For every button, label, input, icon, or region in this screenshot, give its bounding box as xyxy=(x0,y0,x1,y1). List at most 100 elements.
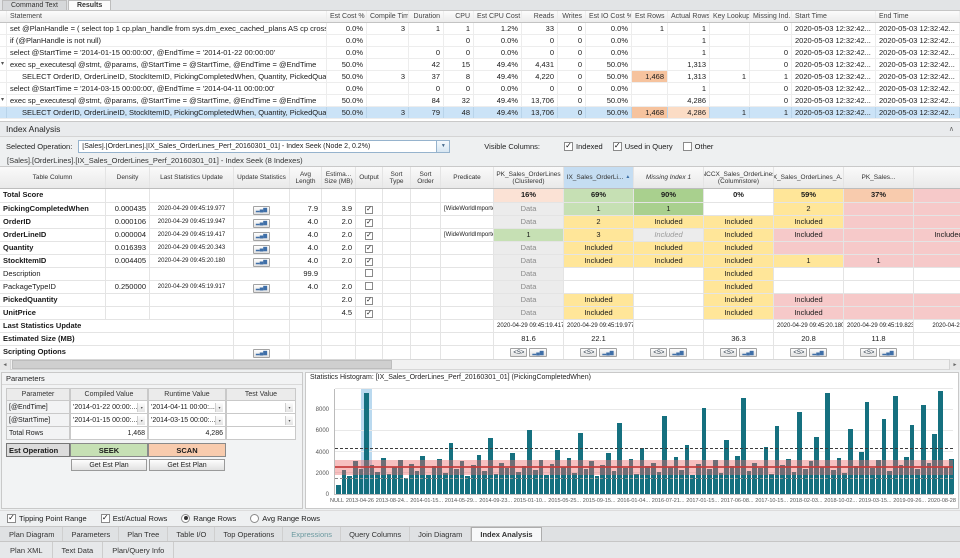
tab-index-analysis[interactable]: Index Analysis xyxy=(471,527,542,541)
col-header-last-statistics-update[interactable]: Last Statistics Update xyxy=(150,167,234,188)
col-header-update-statistics[interactable]: Update Statistics xyxy=(234,167,290,188)
statement-row[interactable]: set @PlanHandle = ( select top 1 cp.plan… xyxy=(0,23,960,35)
histogram-bar[interactable] xyxy=(572,473,577,494)
col-header-missing-ind[interactable]: Missing Ind... xyxy=(750,11,792,22)
update-statistics-button[interactable]: ▂▄▆ xyxy=(252,283,271,293)
col-header-output[interactable]: Output xyxy=(356,167,383,188)
script-index-button[interactable]: <S> xyxy=(860,348,878,357)
script-index-button[interactable]: <S> xyxy=(790,348,808,357)
checkbox-tipping-point-range[interactable]: ✓ xyxy=(7,513,16,523)
visible-col-option-other[interactable]: Other xyxy=(682,141,713,151)
cell-dropdown-icon[interactable]: ▾ xyxy=(285,402,293,412)
cell-dropdown-icon[interactable]: ▾ xyxy=(137,415,145,425)
statement-row[interactable]: SELECT OrderID, OrderLineID, StockItemID… xyxy=(0,107,960,119)
output-checkbox[interactable]: ✓ xyxy=(365,206,373,214)
update-statistics-button[interactable]: ▂▄▆ xyxy=(252,218,271,228)
index-table-row[interactable]: UnitPrice 4.5 ✓ Data Included Included Include… xyxy=(0,307,960,320)
update-statistics-button[interactable]: ▂▄▆ xyxy=(252,231,271,241)
param-col-header-runtime-value[interactable]: Runtime Value xyxy=(148,388,226,401)
tab-results[interactable]: Results xyxy=(67,0,112,10)
visible-col-option-used-in-query[interactable]: ✓ Used in Query xyxy=(612,141,673,151)
tab-parameters[interactable]: Parameters xyxy=(63,527,120,541)
col-header-sort-order[interactable]: Sort Order xyxy=(411,167,441,188)
update-statistics-button[interactable]: ▂▄▆ xyxy=(252,244,271,254)
script-index-button[interactable]: <S> xyxy=(510,348,528,357)
index-table-row[interactable]: PickedQuantity 2.0 ✓ Data Included Included In… xyxy=(0,294,960,307)
statement-row[interactable]: SELECT OrderID, OrderLineID, StockItemID… xyxy=(0,71,960,83)
histogram-bar[interactable] xyxy=(741,398,746,494)
histogram-bar[interactable] xyxy=(881,419,887,494)
checkbox-used-in-query[interactable]: ✓ xyxy=(612,141,622,151)
script-index-button[interactable]: <S> xyxy=(650,348,668,357)
histogram-bar[interactable] xyxy=(842,473,847,494)
col-header-est-io-cost[interactable]: Est IO Cost % xyxy=(586,11,632,22)
histogram-bar[interactable] xyxy=(701,407,707,494)
index-col-header-6[interactable]: PK_Sales... xyxy=(844,167,914,188)
histogram-bar[interactable] xyxy=(347,476,352,494)
histogram-bar[interactable] xyxy=(375,471,380,494)
output-checkbox[interactable]: ✓ xyxy=(365,245,373,253)
index-col-header-7[interactable] xyxy=(914,167,960,188)
checkbox-est-actual-rows[interactable]: ✓ xyxy=(100,513,110,523)
visible-col-option-indexed[interactable]: ✓ Indexed xyxy=(564,141,603,151)
tab-text-data[interactable]: Text Data xyxy=(53,542,104,558)
update-statistics-button[interactable]: ▂▄▆ xyxy=(252,257,271,267)
col-header-table-column[interactable]: Table Column xyxy=(0,167,106,188)
parameter-row[interactable]: [@EndTime] '2014-01-22 00:00:... ▾ '2014-04… xyxy=(6,401,298,414)
hist-option-est-actual-rows[interactable]: ✓ Est/Actual Rows xyxy=(100,513,167,523)
output-checkbox[interactable]: ✓ xyxy=(365,310,373,318)
histogram-bar[interactable] xyxy=(364,393,369,494)
tab-table-i-o[interactable]: Table I/O xyxy=(168,527,216,541)
stats-chart-button[interactable]: ▂▄▆ xyxy=(529,348,547,357)
radio-avg-range-rows[interactable] xyxy=(250,513,260,523)
stats-chart-button[interactable]: ▂▄▆ xyxy=(809,348,827,357)
hist-option-avg-range-rows[interactable]: Avg Range Rows xyxy=(250,513,320,523)
index-table-row[interactable]: OrderLineID 0.000004 2020-04-29 09:45:19.4… xyxy=(0,229,960,242)
parameter-value-cell[interactable]: ▾ xyxy=(226,414,296,427)
output-checkbox[interactable]: ✓ xyxy=(365,232,373,240)
stats-chart-button[interactable]: ▂▄▆ xyxy=(739,348,757,357)
statement-row[interactable]: select @StartTime = '2014-03-15 00:00:00… xyxy=(0,83,960,95)
chevron-down-icon[interactable]: ▼ xyxy=(436,140,450,152)
tab-plan-query-info[interactable]: Plan/Query Info xyxy=(103,542,175,558)
index-table-row[interactable]: Quantity 0.016393 2020-04-29 09:45:20.343 ▂… xyxy=(0,242,960,255)
histogram-bar[interactable] xyxy=(516,471,521,494)
output-checkbox[interactable]: ✓ xyxy=(365,219,373,227)
row-expander-icon[interactable]: ▾ xyxy=(0,95,7,106)
statement-row[interactable]: ▾ exec sp_executesql @stmt, @params, @Sta… xyxy=(0,95,960,107)
stats-chart-button[interactable]: ▂▄▆ xyxy=(669,348,687,357)
parameter-value-cell[interactable]: '2014-03-15 00:00:... ▾ xyxy=(148,414,226,427)
row-expander-icon[interactable]: ▾ xyxy=(0,59,7,70)
tab-plan-xml[interactable]: Plan XML xyxy=(1,542,53,558)
histogram-bar[interactable] xyxy=(662,416,667,494)
param-col-header-parameter[interactable]: Parameter xyxy=(6,388,70,401)
index-table-row[interactable]: OrderID 0.000106 2020-04-29 09:45:19.947 ▂▄… xyxy=(0,216,960,229)
parameter-value-cell[interactable]: '2014-04-11 00:00:... ▾ xyxy=(148,401,226,414)
collapse-icon[interactable]: ∧ xyxy=(949,125,954,133)
index-table-row[interactable]: PackageTypeID 0.250000 2020-04-29 09:45:19… xyxy=(0,281,960,294)
horizontal-scrollbar[interactable]: ◄ ► xyxy=(0,359,960,370)
col-header-density[interactable]: Density xyxy=(106,167,150,188)
parameter-value-cell[interactable]: '2014-01-15 00:00:... ▾ xyxy=(70,414,148,427)
update-statistics-button[interactable]: ▂▄▆ xyxy=(252,205,271,215)
stats-chart-button[interactable]: ▂▄▆ xyxy=(879,348,897,357)
cell-dropdown-icon[interactable]: ▾ xyxy=(137,402,145,412)
hist-option-range-rows[interactable]: Range Rows xyxy=(181,513,236,523)
histogram-bar[interactable] xyxy=(909,424,915,494)
parameter-value-cell[interactable]: ▾ xyxy=(226,401,296,414)
histogram-bar[interactable] xyxy=(892,396,898,494)
col-header-avg-length[interactable]: Avg Length xyxy=(290,167,322,188)
col-header-statement[interactable]: Statement xyxy=(7,11,327,22)
col-header-key-lookups[interactable]: Key Lookups xyxy=(710,11,750,22)
col-header-duration[interactable]: Duration xyxy=(409,11,444,22)
index-table-row[interactable]: Description 99.9 Data Included xyxy=(0,268,960,281)
col-header-start-time[interactable]: Start Time xyxy=(792,11,876,22)
statement-row[interactable]: ▾ exec sp_executesql @stmt, @params, @Sta… xyxy=(0,59,960,71)
cell-dropdown-icon[interactable]: ▾ xyxy=(215,415,223,425)
tab-join-diagram[interactable]: Join Diagram xyxy=(410,527,472,541)
index-table-row[interactable]: PickingCompletedWhen 0.000435 2020-04-29 0… xyxy=(0,203,960,216)
param-col-header-test-value[interactable]: Test Value xyxy=(226,388,296,401)
selected-operation-dropdown[interactable]: [Sales].[OrderLines].[IX_Sales_OrderLine… xyxy=(78,139,451,153)
parameter-row[interactable]: [@StartTime] '2014-01-15 00:00:... ▾ '2014-… xyxy=(6,414,298,427)
histogram-bar[interactable] xyxy=(594,476,600,494)
